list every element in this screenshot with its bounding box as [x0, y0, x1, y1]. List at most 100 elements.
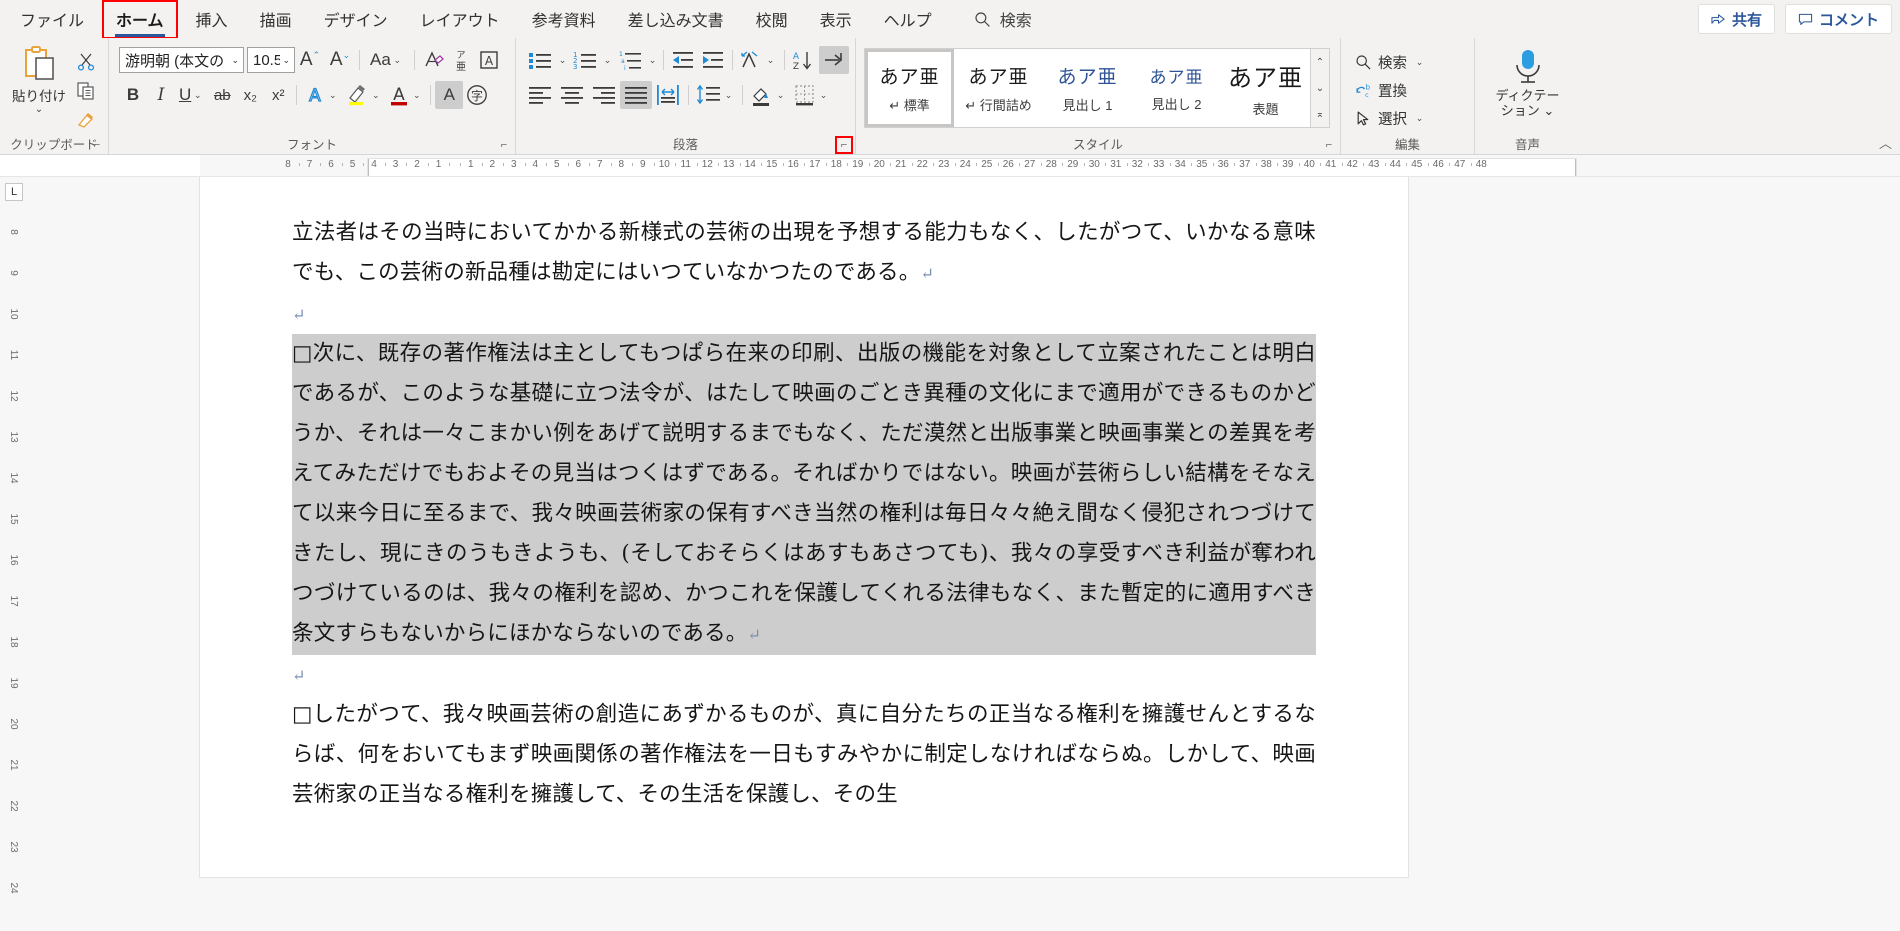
subscript-button[interactable]: x₂ — [236, 81, 264, 109]
line-spacing-button[interactable]: ⌄ — [693, 81, 738, 109]
font-color-button[interactable]: A ⌄ — [385, 81, 426, 109]
clipboard-dialog-launcher[interactable]: ⌐ — [90, 138, 104, 152]
chevron-down-icon[interactable]: ⌄ — [817, 90, 830, 101]
style-item-normal[interactable]: あア亜 ↵ 標準 — [865, 49, 954, 127]
paragraph-dialog-launcher[interactable]: ⌐ — [835, 136, 853, 154]
styles-dialog-launcher[interactable]: ⌐ — [1322, 138, 1336, 152]
cut-button[interactable] — [72, 48, 100, 76]
find-button[interactable]: 検索 ⌄ — [1349, 48, 1432, 76]
chevron-down-icon[interactable]: ⌄ — [229, 55, 241, 66]
chevron-down-icon[interactable]: ⌄ — [191, 90, 204, 101]
bold-button[interactable]: B — [119, 81, 147, 109]
dictate-button[interactable]: ディクテー ション ⌄ — [1486, 46, 1570, 118]
page-scroll-region[interactable]: 立法者はその当時においてかかる新様式の芸術の出現を予想する能力もなく、したがつて… — [28, 177, 1900, 931]
bullets-button[interactable] — [524, 46, 556, 74]
ribbon-tab-references[interactable]: 参考資料 — [519, 1, 609, 38]
style-item-heading2[interactable]: あア亜 見出し 2 — [1132, 49, 1221, 127]
search-box[interactable]: 検索 — [974, 7, 1032, 31]
chevron-down-icon[interactable]: ⌄ — [1413, 57, 1426, 68]
character-border-button[interactable]: A — [475, 46, 503, 74]
ruler-tick-label: 8 — [285, 159, 291, 170]
numbering-caret-icon[interactable]: ⌄ — [601, 55, 614, 66]
collapse-ribbon-button[interactable]: ︿ — [1879, 133, 1892, 152]
ribbon-tab-layout[interactable]: レイアウト — [407, 1, 513, 38]
numbering-button[interactable]: 1 2 3 — [569, 46, 601, 74]
enclose-characters-button[interactable]: 字 — [463, 81, 491, 109]
chevron-down-icon[interactable]: ⌄ — [722, 90, 735, 101]
document-page[interactable]: 立法者はその当時においてかかる新様式の芸術の出現を予想する能力もなく、したがつて… — [200, 177, 1408, 877]
font-name-combobox[interactable]: 游明朝 (本文のフォ ⌄ — [119, 47, 244, 73]
bullets-caret-icon[interactable]: ⌄ — [556, 55, 569, 66]
strikethrough-button[interactable]: ab — [208, 81, 236, 109]
distribute-button[interactable] — [652, 81, 684, 109]
increase-indent-button[interactable] — [698, 46, 728, 74]
style-item-heading1[interactable]: あア亜 見出し 1 — [1043, 49, 1132, 127]
multilevel-caret-icon[interactable]: ⌄ — [646, 55, 659, 66]
select-button[interactable]: 選択 ⌄ — [1349, 104, 1432, 132]
text-effects-button[interactable]: A ⌄ — [301, 81, 342, 109]
grow-font-button[interactable]: A ⌃ — [295, 46, 325, 74]
underline-button[interactable]: U ⌄ — [175, 81, 208, 109]
chevron-down-icon[interactable]: ⌄ — [764, 55, 777, 66]
show-paragraph-marks-button[interactable] — [819, 46, 849, 74]
chevron-down-icon[interactable]: ⌄ — [280, 55, 292, 66]
ribbon-tab-file[interactable]: ファイル — [7, 1, 97, 38]
paste-button[interactable]: 貼り付け ⌄ — [6, 45, 72, 115]
superscript-button[interactable]: x² — [264, 81, 292, 109]
styles-scroll-down-button[interactable]: ⌄ — [1311, 75, 1329, 101]
decrease-indent-button[interactable] — [668, 46, 698, 74]
text-highlight-button[interactable]: ⌄ — [342, 81, 385, 109]
styles-scroll-up-button[interactable]: ⌃ — [1311, 49, 1329, 75]
chevron-down-icon[interactable]: ⌄ — [410, 90, 423, 101]
shrink-font-button[interactable]: A ⌄ — [325, 46, 355, 74]
chevron-down-icon[interactable]: ⌄ — [1413, 113, 1426, 124]
phonetic-guide-button[interactable]: ア 亜 — [447, 46, 475, 74]
horizontal-ruler[interactable]: 8 7 6 5 4 3 2 1 1 2 3 4 5 6 7 8 9 10 11 12 13 14 15 16 17 18 19 20 2… — [200, 155, 1900, 176]
style-item-title[interactable]: あア亜 表題 — [1221, 49, 1310, 127]
align-left-button[interactable] — [524, 81, 556, 109]
font-size-combobox[interactable]: 10.5 ⌄ — [247, 47, 295, 73]
replace-button[interactable]: b c 置換 — [1349, 76, 1413, 104]
paragraph-2[interactable]: ↵ — [292, 294, 1316, 334]
ribbon-tab-help[interactable]: ヘルプ — [871, 1, 945, 38]
tab-stop-selector[interactable]: L — [5, 183, 23, 201]
align-right-button[interactable] — [588, 81, 620, 109]
paragraph-3-selected[interactable]: □次に、既存の著作権法は主としてもつぱら在来の印刷、出版の機能を対象として立案さ… — [292, 334, 1316, 655]
chevron-down-icon[interactable]: ⌄ — [326, 90, 339, 101]
ribbon-tab-insert[interactable]: 挿入 — [183, 1, 241, 38]
ribbon-tab-mailings[interactable]: 差し込み文書 — [615, 1, 737, 38]
sort-button[interactable]: A Z — [789, 46, 819, 74]
shading-button[interactable]: ⌄ — [747, 81, 790, 109]
ribbon-tab-draw[interactable]: 描画 — [247, 1, 305, 38]
align-center-button[interactable] — [556, 81, 588, 109]
text-direction-button[interactable]: ⌄ — [737, 46, 780, 74]
justify-button[interactable] — [620, 81, 652, 109]
format-painter-button[interactable] — [72, 106, 100, 134]
style-item-no-spacing[interactable]: あア亜 ↵ 行間詰め — [954, 49, 1043, 127]
ribbon-tab-review[interactable]: 校閲 — [743, 1, 801, 38]
paragraph-5[interactable]: □したがつて、我々映画芸術の創造にあずかるものが、真に自分たちの正当なる権利を擁… — [292, 695, 1316, 815]
styles-more-button[interactable]: ⌅ — [1311, 101, 1329, 127]
ribbon-tab-design[interactable]: デザイン — [311, 1, 401, 38]
paragraph-4[interactable]: ↵ — [292, 655, 1316, 695]
ribbon-tab-view[interactable]: 表示 — [807, 1, 865, 38]
font-dialog-launcher[interactable]: ⌐ — [497, 138, 511, 152]
styles-gallery-scrollbar[interactable]: ⌃ ⌄ ⌅ — [1311, 48, 1330, 128]
multilevel-list-button[interactable]: 1 a i — [614, 46, 646, 74]
chevron-down-icon[interactable]: ⌄ — [774, 90, 787, 101]
clear-formatting-button[interactable] — [419, 46, 447, 74]
italic-button[interactable]: I — [147, 81, 175, 109]
character-shading-button[interactable]: A — [435, 81, 464, 109]
paste-caret-icon[interactable]: ⌄ — [35, 105, 43, 115]
ribbon-tab-home[interactable]: ホーム — [102, 0, 178, 39]
comments-button[interactable]: コメント — [1784, 4, 1892, 34]
ruler-tick-mark — [524, 163, 526, 166]
chevron-down-icon[interactable]: ⌄ — [391, 55, 404, 66]
change-case-button[interactable]: Aa ⌄ — [364, 46, 410, 74]
share-button[interactable]: 共有 — [1697, 4, 1775, 34]
vertical-ruler[interactable]: L 8 9 10 11 12 13 14 15 16 17 18 19 20 21 22 23 24 — [0, 177, 28, 931]
chevron-down-icon[interactable]: ⌄ — [369, 90, 382, 101]
copy-button[interactable] — [72, 77, 100, 105]
paragraph-1[interactable]: 立法者はその当時においてかかる新様式の芸術の出現を予想する能力もなく、したがつて… — [292, 213, 1316, 294]
borders-button[interactable]: ⌄ — [790, 81, 833, 109]
